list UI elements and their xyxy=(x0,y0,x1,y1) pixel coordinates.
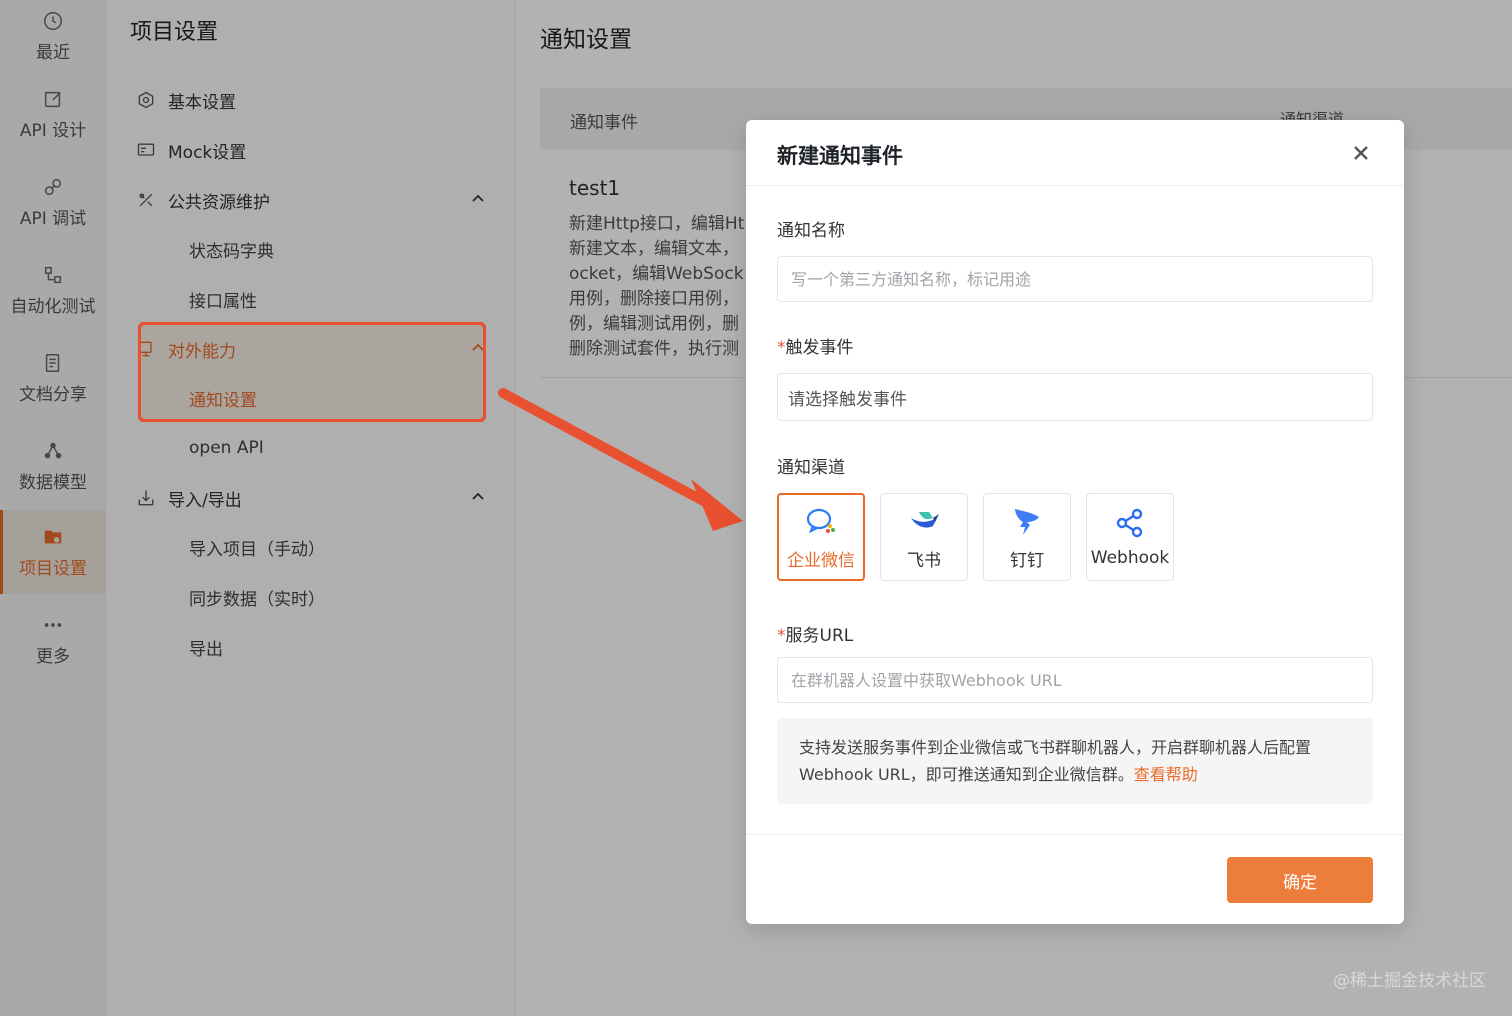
dingtalk-icon xyxy=(1015,508,1039,535)
trigger-event-select[interactable]: 请选择触发事件 xyxy=(777,373,1373,421)
required-mark: * xyxy=(777,338,786,358)
url-label: *服务URL xyxy=(777,621,853,646)
wecom-icon xyxy=(806,508,835,533)
notify-name-input[interactable] xyxy=(777,256,1373,302)
channel-feishu[interactable]: 飞书 xyxy=(880,493,968,581)
channel-label-text: 钉钉 xyxy=(1010,550,1044,571)
channel-wecom[interactable]: 企业微信 xyxy=(777,493,865,581)
tip-text: 支持发送服务事件到企业微信或飞书群聊机器人，开启群聊机器人后配置Webhook … xyxy=(799,738,1312,784)
help-tip: 支持发送服务事件到企业微信或飞书群聊机器人，开启群聊机器人后配置Webhook … xyxy=(777,718,1373,804)
watermark: @稀土掘金技术社区 xyxy=(1333,971,1486,991)
name-label: 通知名称 xyxy=(777,221,845,241)
trigger-label: *触发事件 xyxy=(777,333,854,358)
url-label-text: 服务URL xyxy=(785,626,854,646)
channel-dingtalk[interactable]: 钉钉 xyxy=(983,493,1071,581)
modal-footer-divider xyxy=(746,834,1404,835)
confirm-button[interactable]: 确定 xyxy=(1227,857,1373,903)
webhook-icon xyxy=(1116,508,1143,538)
help-link[interactable]: 查看帮助 xyxy=(1134,765,1198,784)
channel-options: 企业微信 飞书 钉钉 Webhook xyxy=(777,493,1174,581)
close-icon[interactable] xyxy=(1352,144,1370,162)
modal-title: 新建通知事件 xyxy=(777,144,903,168)
highlight-box-outline xyxy=(138,322,486,422)
modal-header: 新建通知事件 xyxy=(746,120,1404,186)
channel-label-text: 企业微信 xyxy=(787,550,855,571)
feishu-icon xyxy=(911,511,939,528)
channel-label-text: Webhook xyxy=(1090,548,1170,568)
required-mark: * xyxy=(777,626,786,646)
annotation-arrow xyxy=(498,388,743,531)
trigger-select-placeholder: 请选择触发事件 xyxy=(788,389,907,410)
new-notify-modal: 新建通知事件 通知名称 *触发事件 请选择触发事件 通知渠道 企业微信 飞书 xyxy=(746,120,1404,924)
channel-label: 通知渠道 xyxy=(777,458,845,478)
trigger-label-text: 触发事件 xyxy=(785,338,854,358)
channel-webhook[interactable]: Webhook xyxy=(1086,493,1174,581)
service-url-input[interactable] xyxy=(777,657,1373,703)
channel-label-text: 飞书 xyxy=(907,550,941,571)
